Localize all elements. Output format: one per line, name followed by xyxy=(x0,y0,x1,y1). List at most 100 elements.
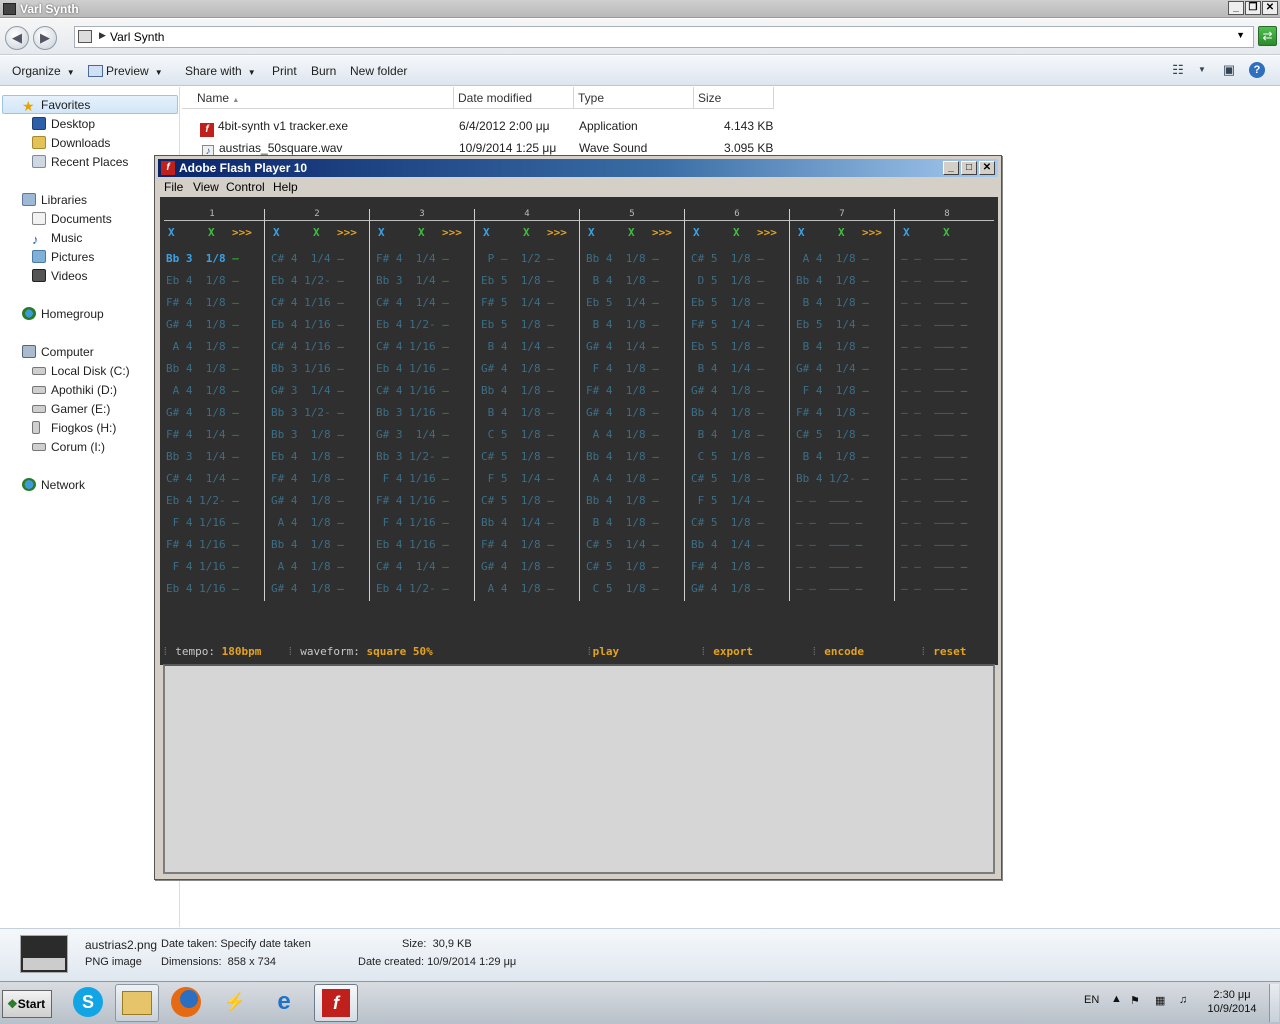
file-row-exe[interactable]: f 4bit-synth v1 tracker.exe xyxy=(200,119,348,137)
mute-toggle-right[interactable]: X xyxy=(943,226,950,239)
note-cell[interactable]: G# 4 1/8 — xyxy=(691,582,764,595)
note-cell[interactable]: Bb 3 1/4 — xyxy=(376,274,449,287)
note-cell[interactable]: C# 5 1/8 — xyxy=(481,450,554,463)
channel-next-button[interactable]: >>> xyxy=(442,226,462,239)
reset-button[interactable]: ⁞ reset xyxy=(920,645,966,659)
print-button[interactable]: Print xyxy=(272,64,297,78)
show-desktop-button[interactable] xyxy=(1269,984,1279,1022)
mute-toggle-right[interactable]: X xyxy=(628,226,635,239)
note-cell[interactable]: Eb 4 1/2- — xyxy=(166,494,239,507)
mute-toggle-right[interactable]: X xyxy=(418,226,425,239)
column-header-type[interactable]: Type xyxy=(574,87,694,109)
note-cell[interactable]: — — ——— — xyxy=(901,494,967,507)
note-cell[interactable]: — — ——— — xyxy=(796,582,862,595)
note-cell[interactable]: B 4 1/8 — xyxy=(691,428,764,441)
note-cell[interactable]: Bb 4 1/2- — xyxy=(796,472,869,485)
note-cell[interactable]: B 4 1/4 — xyxy=(481,340,554,353)
note-cell[interactable]: A 4 1/8 — xyxy=(166,384,239,397)
note-cell[interactable]: Eb 5 1/8 — xyxy=(481,318,554,331)
note-cell[interactable]: — — ——— — xyxy=(901,406,967,419)
note-cell[interactable]: Eb 5 1/4 — xyxy=(796,318,869,331)
note-cell[interactable]: C 5 1/8 — xyxy=(691,450,764,463)
note-cell[interactable]: Eb 5 1/8 — xyxy=(691,296,764,309)
chevron-down-icon[interactable]: ▼ xyxy=(1194,65,1210,81)
note-cell[interactable]: Eb 4 1/16 — xyxy=(376,362,449,375)
note-cell[interactable]: Bb 4 1/8 — xyxy=(586,450,659,463)
note-cell[interactable]: G# 4 1/8 — xyxy=(481,362,554,375)
note-cell[interactable]: F# 4 1/8 — xyxy=(586,384,659,397)
note-cell[interactable]: C# 4 1/4 — xyxy=(166,472,239,485)
nav-downloads[interactable]: Downloads xyxy=(32,136,110,150)
note-cell[interactable]: Bb 4 1/8 — xyxy=(166,362,239,375)
note-cell[interactable]: Bb 4 1/8 — xyxy=(691,406,764,419)
note-cell[interactable]: B 4 1/8 — xyxy=(586,516,659,529)
play-button[interactable]: ⁞play xyxy=(586,645,619,659)
export-button[interactable]: ⁞ export xyxy=(700,645,753,659)
note-cell[interactable]: F# 4 1/16 — xyxy=(166,538,239,551)
note-cell[interactable]: F# 4 1/4 — xyxy=(376,252,449,265)
note-cell[interactable]: F# 4 1/8 — xyxy=(481,538,554,551)
menu-file[interactable]: File xyxy=(164,180,183,194)
winamp-icon[interactable]: ⚡ xyxy=(213,984,257,1022)
note-cell[interactable]: B 4 1/4 — xyxy=(691,362,764,375)
note-cell[interactable]: — — ——— — xyxy=(901,428,967,441)
nav-drive-i[interactable]: Corum (I:) xyxy=(32,440,105,454)
share-with-button[interactable]: Share with ▼ xyxy=(185,64,256,78)
mute-toggle-right[interactable]: X xyxy=(523,226,530,239)
column-header-date[interactable]: Date modified xyxy=(454,87,574,109)
nav-documents[interactable]: Documents xyxy=(32,212,112,226)
breadcrumb[interactable]: Varl Synth xyxy=(110,30,164,44)
note-cell[interactable]: B 4 1/8 — xyxy=(796,340,869,353)
note-cell[interactable]: B 4 1/8 — xyxy=(796,450,869,463)
note-cell[interactable]: — — ——— — xyxy=(901,450,967,463)
new-folder-button[interactable]: New folder xyxy=(350,64,407,78)
mute-toggle-left[interactable]: X xyxy=(588,226,595,239)
restore-button[interactable]: ❐ xyxy=(1245,1,1261,15)
menu-control[interactable]: Control xyxy=(226,180,265,194)
note-cell[interactable]: Eb 5 1/4 — xyxy=(586,296,659,309)
note-cell[interactable]: Eb 4 1/16 — xyxy=(376,538,449,551)
flash-player-taskbar-icon[interactable]: f xyxy=(314,984,358,1022)
nav-drive-e[interactable]: Gamer (E:) xyxy=(32,402,110,416)
mute-toggle-right[interactable]: X xyxy=(313,226,320,239)
menu-view[interactable]: View xyxy=(193,180,219,194)
tempo-control[interactable]: ⁞ tempo: 180bpm xyxy=(162,645,261,659)
note-cell[interactable]: Bb 4 1/4 — xyxy=(691,538,764,551)
note-cell[interactable]: Eb 5 1/8 — xyxy=(691,340,764,353)
note-cell[interactable]: — — ——— — xyxy=(901,582,967,595)
note-cell[interactable]: Bb 4 1/8 — xyxy=(586,252,659,265)
preview-button[interactable]: Preview ▼ xyxy=(88,64,163,78)
note-cell[interactable]: G# 4 1/8 — xyxy=(166,406,239,419)
note-cell[interactable]: B 4 1/8 — xyxy=(586,274,659,287)
note-cell[interactable]: C# 4 1/16 — xyxy=(376,384,449,397)
note-cell[interactable]: P — 1/2 — xyxy=(481,252,554,265)
firefox-icon[interactable] xyxy=(164,984,208,1022)
channel-next-button[interactable]: >>> xyxy=(862,226,882,239)
note-cell[interactable]: C# 4 1/16 — xyxy=(271,296,344,309)
column-header-name[interactable]: Name ▲ xyxy=(182,87,454,109)
channel-next-button[interactable]: >>> xyxy=(337,226,357,239)
refresh-icon[interactable]: ⇄ xyxy=(1258,26,1277,46)
nav-videos[interactable]: Videos xyxy=(32,269,87,283)
preview-pane-icon[interactable]: ▣ xyxy=(1221,62,1237,78)
breadcrumb-arrow-icon[interactable]: ▶ xyxy=(99,30,106,41)
note-cell[interactable]: A 4 1/8 — xyxy=(271,516,344,529)
note-cell[interactable]: G# 4 1/4 — xyxy=(796,362,869,375)
nav-drive-d[interactable]: Apothiki (D:) xyxy=(32,383,117,397)
chevron-up-icon[interactable]: ▲ xyxy=(1111,993,1122,1005)
burn-button[interactable]: Burn xyxy=(311,64,336,78)
note-cell[interactable]: F 4 1/8 — xyxy=(586,362,659,375)
note-cell[interactable]: Eb 4 1/16 — xyxy=(271,318,344,331)
note-cell[interactable]: F# 4 1/8 — xyxy=(166,296,239,309)
nav-recent-places[interactable]: Recent Places xyxy=(32,155,128,169)
note-cell[interactable]: — — ——— — xyxy=(901,274,967,287)
note-cell[interactable]: Bb 3 1/8 — xyxy=(271,428,344,441)
note-cell[interactable]: Bb 4 1/8 — xyxy=(271,538,344,551)
note-cell[interactable]: C# 5 1/8 — xyxy=(691,252,764,265)
encode-button[interactable]: ⁞ encode xyxy=(811,645,864,659)
note-cell[interactable]: G# 4 1/8 — xyxy=(586,406,659,419)
note-cell[interactable]: F 5 1/4 — xyxy=(691,494,764,507)
note-cell[interactable]: — — ——— — xyxy=(901,318,967,331)
note-cell[interactable]: F 4 1/16 — xyxy=(376,516,449,529)
explorer-taskbar-icon[interactable] xyxy=(115,984,159,1022)
